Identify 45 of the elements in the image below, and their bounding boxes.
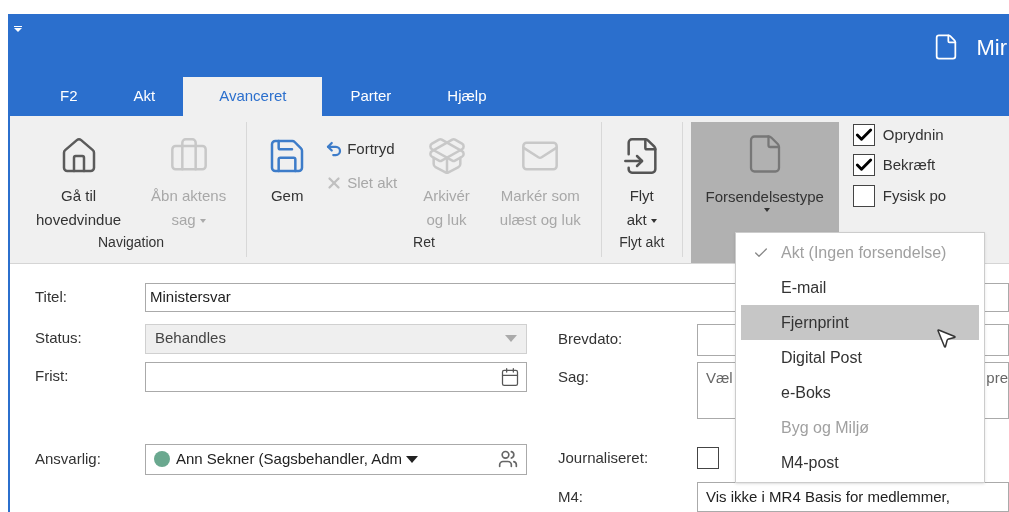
calendar-icon[interactable]: [500, 366, 520, 387]
checkbox-label: Bekræft: [882, 155, 936, 175]
checkbox-label: Oprydnin: [882, 124, 944, 145]
checkbox[interactable]: [852, 123, 875, 146]
field-label: Ansvarlig:: [35, 448, 102, 469]
people-icon[interactable]: [498, 449, 518, 469]
ribbon-button[interactable]: Gem: [255, 131, 320, 208]
ribbon-tab[interactable]: F2: [32, 76, 106, 116]
checkbox[interactable]: [852, 154, 875, 177]
field-label: M4:: [558, 486, 584, 507]
dropdown-arrow-icon: [505, 335, 517, 342]
menu-item[interactable]: Fjernprint: [741, 305, 979, 340]
field-label: Titel:: [35, 287, 68, 308]
responsible-dropdown[interactable]: Ann Sekner (Sagsbehandler, Adm: [145, 443, 527, 475]
group-label: Navigation: [97, 232, 166, 252]
ribbon-button[interactable]: Gå til hovedvindue: [24, 131, 134, 232]
caret-icon: [763, 208, 770, 212]
field-label: Journaliseret:: [558, 447, 650, 468]
cursor-icon: [934, 326, 958, 350]
caret-icon: [650, 218, 657, 223]
ribbon-tab[interactable]: Hjælp: [419, 76, 515, 116]
date-field[interactable]: [145, 361, 527, 392]
checkbox[interactable]: [852, 184, 875, 207]
box-icon: [426, 135, 467, 176]
window-title: Mir: [976, 33, 1008, 62]
dropdown-arrow-icon[interactable]: [14, 26, 22, 32]
checkbox[interactable]: [697, 446, 719, 469]
ribbon-tab[interactable]: Parter: [322, 76, 420, 116]
field-label: Frist:: [35, 366, 70, 387]
menu-item[interactable]: Digital Post: [741, 340, 979, 375]
undo-icon: [325, 139, 344, 158]
ribbon-button[interactable]: Flyt akt: [609, 131, 674, 232]
field-label: Brevdato:: [558, 329, 624, 350]
ribbon-tab[interactable]: Akt: [105, 76, 184, 116]
menu-item[interactable]: M4-post: [741, 445, 979, 480]
field-label: Sag:: [558, 366, 590, 387]
ribbon-tab[interactable]: Avanceret: [183, 76, 323, 116]
caret-icon: [199, 218, 206, 223]
field-label: Status:: [35, 328, 83, 349]
group-label: Ret: [412, 232, 436, 252]
menu-item[interactable]: e-Boks: [741, 375, 979, 410]
dropdown-arrow-icon: [406, 455, 418, 463]
ribbon-button[interactable]: Fortryd: [325, 131, 398, 166]
checkbox-label: Fysisk po: [882, 185, 947, 206]
group-label: Flyt akt: [618, 232, 666, 252]
